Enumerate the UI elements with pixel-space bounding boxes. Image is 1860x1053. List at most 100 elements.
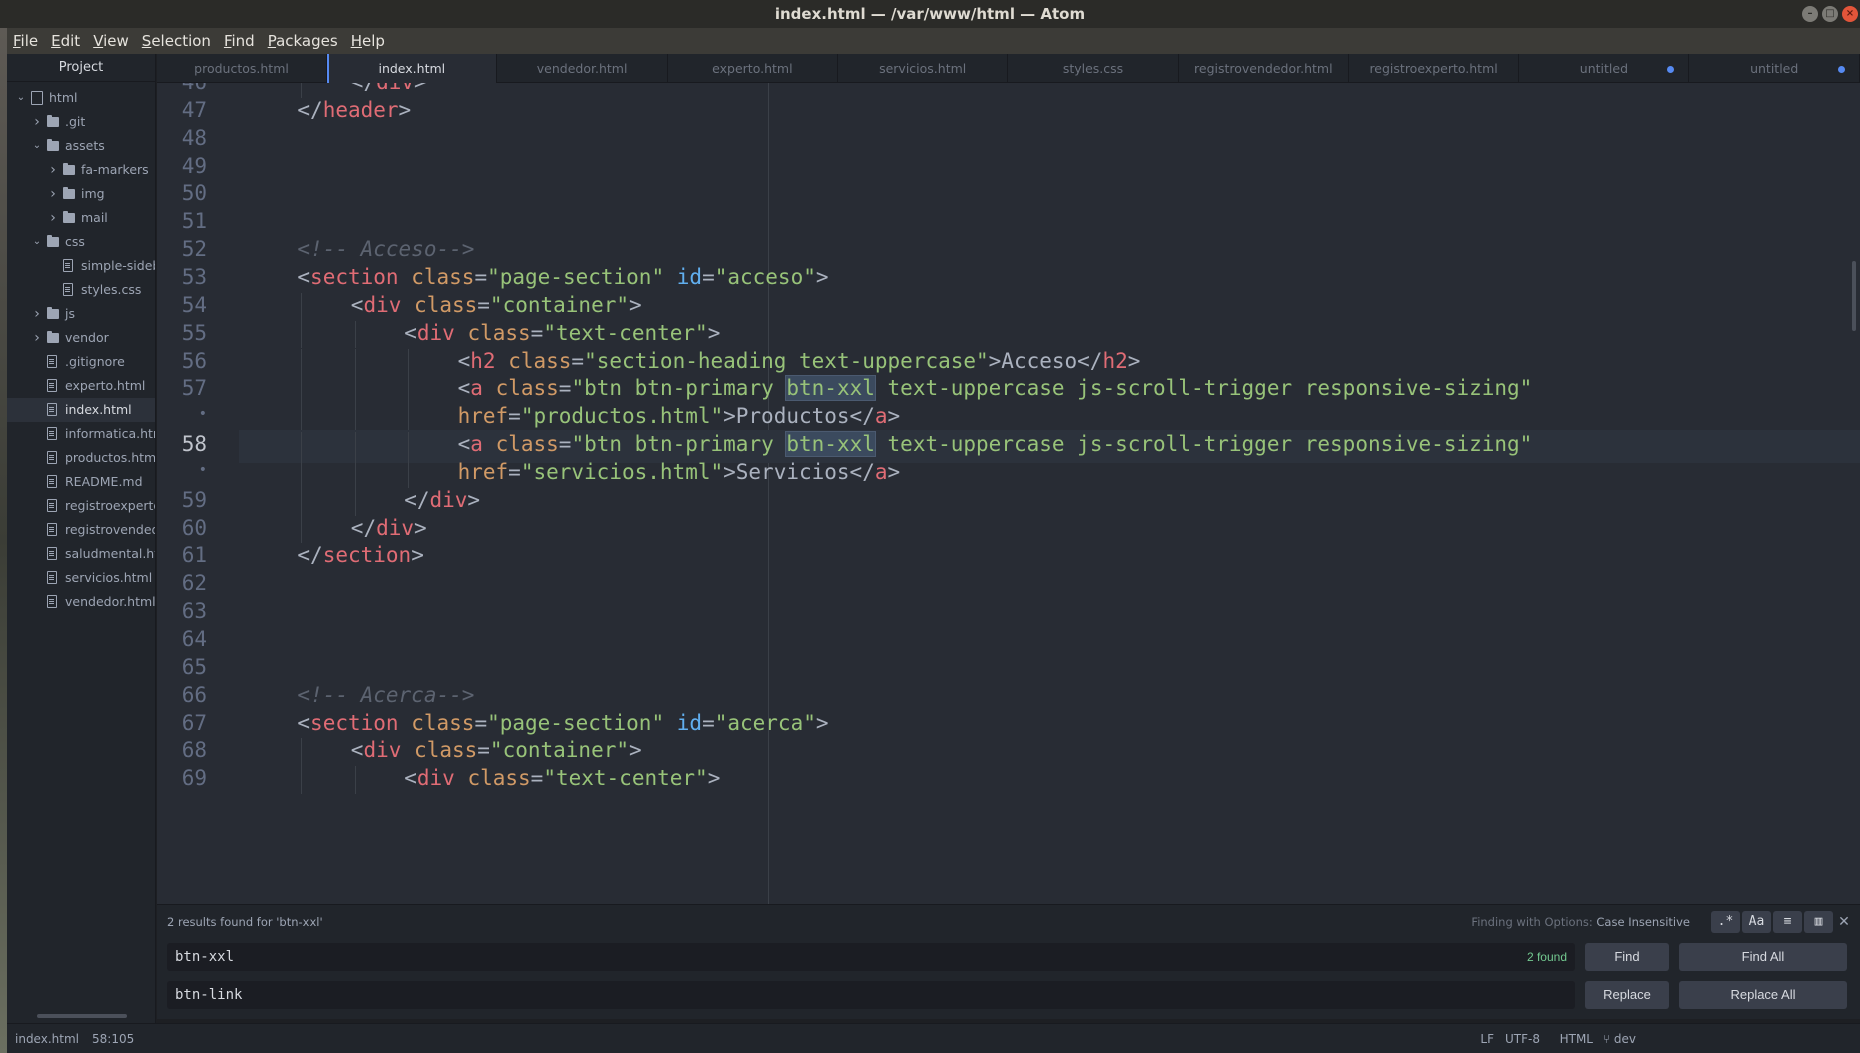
tree-folder-js[interactable]: › js	[7, 302, 155, 326]
tree-folder--git[interactable]: › .git	[7, 110, 155, 134]
menu-view[interactable]: View	[87, 32, 136, 50]
find-all-button[interactable]: Find All	[1679, 943, 1847, 971]
chevron-right-icon[interactable]: ›	[31, 326, 43, 350]
status-encoding[interactable]: UTF-8	[1505, 1024, 1540, 1053]
tab-index-html[interactable]: index.html	[327, 54, 498, 84]
modified-dot-icon[interactable]	[1837, 66, 1845, 73]
indent-guide	[408, 404, 410, 433]
tab-untitled[interactable]: untitled	[1690, 54, 1860, 83]
code-line[interactable]: href="servicios.html">Servicios</a>	[458, 460, 901, 484]
tree-folder-mail[interactable]: › mail	[7, 206, 155, 230]
text-editor[interactable]: 46 47 48 49 50 51 5253 54 55 56 57 • 58 • 59 60 61 62 63 64…	[157, 83, 1860, 904]
menu-find[interactable]: Find	[218, 32, 262, 50]
code-line[interactable]: <h2 class="section-heading text-uppercas…	[458, 349, 1141, 373]
status-git-branch[interactable]: ⑂ dev	[1603, 1024, 1636, 1053]
code-line[interactable]: </div>	[351, 83, 427, 94]
replace-input[interactable]: btn-link	[167, 981, 1575, 1009]
code-line[interactable]: </div>	[404, 488, 480, 512]
modified-dot-icon[interactable]	[1667, 66, 1675, 73]
tree-file-index-html[interactable]: index.html	[7, 398, 155, 422]
code-line[interactable]: <!-- Acerca-->	[297, 683, 474, 707]
status-cursor-position[interactable]: 58:105	[92, 1024, 134, 1053]
code-line[interactable]: <!-- Acceso-->	[297, 237, 474, 261]
minimize-icon[interactable]: –	[1802, 6, 1818, 22]
replace-button[interactable]: Replace	[1585, 981, 1669, 1009]
status-grammar[interactable]: HTML	[1560, 1024, 1593, 1053]
find-button[interactable]: Find	[1585, 943, 1669, 971]
replace-all-button[interactable]: Replace All	[1679, 981, 1847, 1009]
indent-guide	[354, 376, 356, 405]
find-input[interactable]: btn-xxl 2 found	[167, 943, 1575, 971]
tree-file-servicios-html[interactable]: servicios.html	[7, 566, 155, 590]
maximize-icon[interactable]: □	[1822, 6, 1838, 22]
chevron-right-icon[interactable]: ›	[47, 206, 59, 230]
chevron-down-icon[interactable]: ⌄	[31, 230, 43, 254]
chevron-down-icon[interactable]: ⌄	[31, 134, 43, 158]
close-window-icon[interactable]: ×	[1842, 6, 1858, 22]
code-line[interactable]: <div class="container">	[351, 738, 642, 762]
code-line[interactable]: href="productos.html">Productos</a>	[458, 404, 901, 428]
tree-file-registrovendedor-html[interactable]: registrovendedor.html	[7, 518, 155, 542]
regex-toggle-button[interactable]: .*	[1711, 911, 1740, 933]
tree-horizontal-scrollbar[interactable]	[37, 1014, 127, 1018]
code-line[interactable]: <a class="btn btn-primary btn-xxl text-u…	[458, 375, 1532, 402]
code-line[interactable]: <a class="btn btn-primary btn-xxl text-u…	[458, 431, 1532, 458]
status-file-name[interactable]: index.html	[15, 1024, 79, 1053]
tree-folder-img[interactable]: › img	[7, 182, 155, 206]
tree-file-styles-css[interactable]: styles.css	[7, 278, 155, 302]
chevron-right-icon[interactable]: ›	[47, 158, 59, 182]
tree-folder-vendor[interactable]: › vendor	[7, 326, 155, 350]
menu-help[interactable]: Help	[345, 32, 392, 50]
code-line[interactable]: </div>	[351, 516, 427, 540]
code-line[interactable]: <div class="container">	[351, 293, 642, 317]
match-case-toggle-button[interactable]: Aa	[1742, 911, 1771, 933]
code-line[interactable]: </section>	[297, 543, 423, 567]
only-in-selection-toggle-button[interactable]: ≡	[1773, 911, 1802, 933]
close-icon[interactable]: ✕	[1836, 911, 1852, 933]
code-line[interactable]: </header>	[297, 98, 411, 122]
code-line[interactable]: <section class="page-section" id="acceso…	[297, 265, 828, 289]
chevron-right-icon[interactable]: ›	[47, 182, 59, 206]
tree-folder-html[interactable]: ⌄ html	[7, 86, 155, 110]
tree-file-registroexperto-html[interactable]: registroexperto.html	[7, 494, 155, 518]
tab-servicios-html[interactable]: servicios.html	[838, 54, 1009, 83]
tree-file-saludmental-html[interactable]: saludmental.html	[7, 542, 155, 566]
code-token: "productos.html"	[520, 404, 724, 429]
tab-experto-html[interactable]: experto.html	[668, 54, 838, 83]
line-number: 61	[181, 543, 207, 568]
tree-file-readme-md[interactable]: README.md	[7, 470, 155, 494]
whole-word-toggle-button[interactable]: ▥	[1804, 911, 1833, 933]
tab-registrovendedor-html[interactable]: registrovendedor.html	[1179, 54, 1349, 83]
desktop-background	[0, 28, 7, 1053]
menu-packages[interactable]: Packages	[262, 32, 345, 50]
menu-file[interactable]: File	[7, 32, 45, 50]
tab-untitled[interactable]: untitled	[1519, 54, 1690, 83]
tab-registroexperto-html[interactable]: registroexperto.html	[1349, 54, 1520, 83]
menu-edit[interactable]: Edit	[45, 32, 87, 50]
code-line[interactable]: <div class="text-center">	[404, 766, 720, 790]
status-line-ending[interactable]: LF	[1480, 1024, 1494, 1053]
tab-vendedor-html[interactable]: vendedor.html	[498, 54, 668, 83]
find-options-prefix: Finding with Options:	[1471, 915, 1597, 929]
code-line[interactable]: <section class="page-section" id="acerca…	[297, 711, 828, 735]
code-line[interactable]: <div class="text-center">	[404, 321, 720, 345]
line-number: 65	[181, 654, 207, 679]
tree-folder-css[interactable]: ⌄ css	[7, 230, 155, 254]
menu-selection[interactable]: Selection	[136, 32, 218, 50]
chevron-right-icon[interactable]: ›	[31, 302, 43, 326]
tree-file-experto-html[interactable]: experto.html	[7, 374, 155, 398]
editor-vertical-scrollbar[interactable]	[1852, 261, 1856, 331]
tree-file--gitignore[interactable]: .gitignore	[7, 350, 155, 374]
tree-folder-fa-markers[interactable]: › fa-markers	[7, 158, 155, 182]
tree-file-informatica-html[interactable]: informatica.html	[7, 422, 155, 446]
tree-folder-assets[interactable]: ⌄ assets	[7, 134, 155, 158]
line-number: 68	[181, 738, 207, 763]
tree-file-productos-html[interactable]: productos.html	[7, 446, 155, 470]
tab-productos-html[interactable]: productos.html	[157, 54, 327, 83]
tree-file-vendedor-html[interactable]: vendedor.html	[7, 590, 155, 614]
tab-styles-css[interactable]: styles.css	[1009, 54, 1179, 83]
tree-file-simple-sidebar-css[interactable]: simple-sidebar.css	[7, 254, 155, 278]
project-header[interactable]: Project	[7, 54, 155, 82]
chevron-down-icon[interactable]: ⌄	[15, 86, 27, 110]
chevron-right-icon[interactable]: ›	[31, 110, 43, 134]
